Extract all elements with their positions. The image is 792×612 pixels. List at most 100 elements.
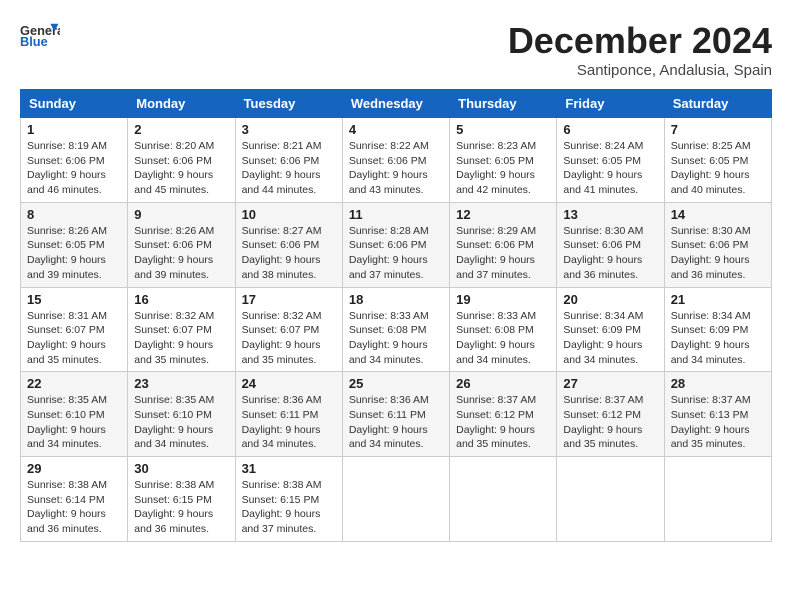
calendar-day-cell: 9 Sunrise: 8:26 AM Sunset: 6:06 PM Daylig… bbox=[128, 202, 235, 287]
subtitle: Santiponce, Andalusia, Spain bbox=[508, 62, 772, 79]
calendar-day-cell bbox=[557, 457, 664, 542]
calendar-day-cell: 21 Sunrise: 8:34 AM Sunset: 6:09 PM Dayli… bbox=[664, 287, 771, 372]
day-number: 7 bbox=[671, 122, 765, 137]
day-number: 11 bbox=[349, 207, 443, 222]
day-number: 31 bbox=[242, 461, 336, 476]
calendar-day-cell: 6 Sunrise: 8:24 AM Sunset: 6:05 PM Daylig… bbox=[557, 118, 664, 203]
calendar-week-row: 22 Sunrise: 8:35 AM Sunset: 6:10 PM Dayli… bbox=[21, 372, 772, 457]
day-number: 27 bbox=[563, 376, 657, 391]
day-number: 25 bbox=[349, 376, 443, 391]
calendar-day-cell: 29 Sunrise: 8:38 AM Sunset: 6:14 PM Dayli… bbox=[21, 457, 128, 542]
day-number: 16 bbox=[134, 292, 228, 307]
calendar-day-cell: 22 Sunrise: 8:35 AM Sunset: 6:10 PM Dayli… bbox=[21, 372, 128, 457]
day-number: 15 bbox=[27, 292, 121, 307]
calendar-day-cell: 17 Sunrise: 8:32 AM Sunset: 6:07 PM Dayli… bbox=[235, 287, 342, 372]
calendar-day-cell: 18Sunrise: 8:33 AM Sunset: 6:08 PM Dayli… bbox=[342, 287, 449, 372]
day-detail: Sunrise: 8:36 AM Sunset: 6:11 PM Dayligh… bbox=[242, 393, 336, 452]
calendar-day-cell: 27 Sunrise: 8:37 AM Sunset: 6:12 PM Dayli… bbox=[557, 372, 664, 457]
day-number: 26 bbox=[456, 376, 550, 391]
day-detail: Sunrise: 8:36 AM Sunset: 6:11 PM Dayligh… bbox=[349, 393, 443, 452]
calendar-day-cell: 19 Sunrise: 8:33 AM Sunset: 6:08 PM Dayli… bbox=[450, 287, 557, 372]
day-detail: Sunrise: 8:26 AM Sunset: 6:05 PM Dayligh… bbox=[27, 224, 121, 283]
calendar-day-cell: 10 Sunrise: 8:27 AM Sunset: 6:06 PM Dayli… bbox=[235, 202, 342, 287]
month-title: December 2024 bbox=[508, 20, 772, 62]
calendar-header-row: SundayMondayTuesdayWednesdayThursdayFrid… bbox=[21, 90, 772, 118]
day-detail: Sunrise: 8:31 AM Sunset: 6:07 PM Dayligh… bbox=[27, 309, 121, 368]
day-number: 22 bbox=[27, 376, 121, 391]
header-tuesday: Tuesday bbox=[235, 90, 342, 118]
day-detail: Sunrise: 8:38 AM Sunset: 6:15 PM Dayligh… bbox=[242, 478, 336, 537]
day-detail: Sunrise: 8:24 AM Sunset: 6:05 PM Dayligh… bbox=[563, 139, 657, 198]
day-number: 20 bbox=[563, 292, 657, 307]
day-detail: Sunrise: 8:32 AM Sunset: 6:07 PM Dayligh… bbox=[242, 309, 336, 368]
day-detail: Sunrise: 8:28 AM Sunset: 6:06 PM Dayligh… bbox=[349, 224, 443, 283]
calendar-day-cell: 25 Sunrise: 8:36 AM Sunset: 6:11 PM Dayli… bbox=[342, 372, 449, 457]
calendar-day-cell: 11 Sunrise: 8:28 AM Sunset: 6:06 PM Dayli… bbox=[342, 202, 449, 287]
day-number: 1 bbox=[27, 122, 121, 137]
day-detail: Sunrise: 8:19 AM Sunset: 6:06 PM Dayligh… bbox=[27, 139, 121, 198]
header-friday: Friday bbox=[557, 90, 664, 118]
day-number: 8 bbox=[27, 207, 121, 222]
day-detail: Sunrise: 8:26 AM Sunset: 6:06 PM Dayligh… bbox=[134, 224, 228, 283]
day-number: 5 bbox=[456, 122, 550, 137]
day-number: 4 bbox=[349, 122, 443, 137]
day-detail: Sunrise: 8:37 AM Sunset: 6:12 PM Dayligh… bbox=[563, 393, 657, 452]
day-detail: Sunrise: 8:38 AM Sunset: 6:14 PM Dayligh… bbox=[27, 478, 121, 537]
calendar-day-cell: 1 Sunrise: 8:19 AM Sunset: 6:06 PM Daylig… bbox=[21, 118, 128, 203]
day-detail: Sunrise: 8:35 AM Sunset: 6:10 PM Dayligh… bbox=[134, 393, 228, 452]
day-detail: Sunrise: 8:27 AM Sunset: 6:06 PM Dayligh… bbox=[242, 224, 336, 283]
calendar-week-row: 8 Sunrise: 8:26 AM Sunset: 6:05 PM Daylig… bbox=[21, 202, 772, 287]
calendar-day-cell: 7 Sunrise: 8:25 AM Sunset: 6:05 PM Daylig… bbox=[664, 118, 771, 203]
calendar-day-cell: 3 Sunrise: 8:21 AM Sunset: 6:06 PM Daylig… bbox=[235, 118, 342, 203]
calendar-day-cell: 12Sunrise: 8:29 AM Sunset: 6:06 PM Dayli… bbox=[450, 202, 557, 287]
day-detail: Sunrise: 8:35 AM Sunset: 6:10 PM Dayligh… bbox=[27, 393, 121, 452]
day-detail: Sunrise: 8:22 AM Sunset: 6:06 PM Dayligh… bbox=[349, 139, 443, 198]
day-number: 13 bbox=[563, 207, 657, 222]
day-number: 17 bbox=[242, 292, 336, 307]
calendar-week-row: 15 Sunrise: 8:31 AM Sunset: 6:07 PM Dayli… bbox=[21, 287, 772, 372]
calendar-week-row: 29 Sunrise: 8:38 AM Sunset: 6:14 PM Dayli… bbox=[21, 457, 772, 542]
day-number: 3 bbox=[242, 122, 336, 137]
day-detail: Sunrise: 8:34 AM Sunset: 6:09 PM Dayligh… bbox=[671, 309, 765, 368]
day-detail: Sunrise: 8:25 AM Sunset: 6:05 PM Dayligh… bbox=[671, 139, 765, 198]
day-number: 30 bbox=[134, 461, 228, 476]
calendar-day-cell: 24 Sunrise: 8:36 AM Sunset: 6:11 PM Dayli… bbox=[235, 372, 342, 457]
calendar-day-cell: 31 Sunrise: 8:38 AM Sunset: 6:15 PM Dayli… bbox=[235, 457, 342, 542]
header-sunday: Sunday bbox=[21, 90, 128, 118]
calendar-day-cell: 14Sunrise: 8:30 AM Sunset: 6:06 PM Dayli… bbox=[664, 202, 771, 287]
calendar-day-cell: 4 Sunrise: 8:22 AM Sunset: 6:06 PM Daylig… bbox=[342, 118, 449, 203]
svg-text:Blue: Blue bbox=[20, 34, 48, 49]
day-number: 21 bbox=[671, 292, 765, 307]
calendar-table: SundayMondayTuesdayWednesdayThursdayFrid… bbox=[20, 89, 772, 542]
calendar-day-cell bbox=[450, 457, 557, 542]
day-number: 28 bbox=[671, 376, 765, 391]
header-thursday: Thursday bbox=[450, 90, 557, 118]
calendar-day-cell: 26Sunrise: 8:37 AM Sunset: 6:12 PM Dayli… bbox=[450, 372, 557, 457]
day-number: 24 bbox=[242, 376, 336, 391]
day-number: 19 bbox=[456, 292, 550, 307]
calendar-day-cell: 20Sunrise: 8:34 AM Sunset: 6:09 PM Dayli… bbox=[557, 287, 664, 372]
day-detail: Sunrise: 8:29 AM Sunset: 6:06 PM Dayligh… bbox=[456, 224, 550, 283]
calendar-day-cell bbox=[342, 457, 449, 542]
calendar-day-cell: 5 Sunrise: 8:23 AM Sunset: 6:05 PM Daylig… bbox=[450, 118, 557, 203]
calendar-day-cell: 23Sunrise: 8:35 AM Sunset: 6:10 PM Dayli… bbox=[128, 372, 235, 457]
calendar-day-cell: 13Sunrise: 8:30 AM Sunset: 6:06 PM Dayli… bbox=[557, 202, 664, 287]
calendar-day-cell: 28Sunrise: 8:37 AM Sunset: 6:13 PM Dayli… bbox=[664, 372, 771, 457]
day-detail: Sunrise: 8:21 AM Sunset: 6:06 PM Dayligh… bbox=[242, 139, 336, 198]
calendar-day-cell: 30Sunrise: 8:38 AM Sunset: 6:15 PM Dayli… bbox=[128, 457, 235, 542]
day-number: 29 bbox=[27, 461, 121, 476]
header-monday: Monday bbox=[128, 90, 235, 118]
header-saturday: Saturday bbox=[664, 90, 771, 118]
calendar-day-cell bbox=[664, 457, 771, 542]
day-number: 9 bbox=[134, 207, 228, 222]
day-detail: Sunrise: 8:20 AM Sunset: 6:06 PM Dayligh… bbox=[134, 139, 228, 198]
header-wednesday: Wednesday bbox=[342, 90, 449, 118]
calendar-day-cell: 8 Sunrise: 8:26 AM Sunset: 6:05 PM Daylig… bbox=[21, 202, 128, 287]
day-detail: Sunrise: 8:33 AM Sunset: 6:08 PM Dayligh… bbox=[456, 309, 550, 368]
day-number: 6 bbox=[563, 122, 657, 137]
day-number: 10 bbox=[242, 207, 336, 222]
day-detail: Sunrise: 8:23 AM Sunset: 6:05 PM Dayligh… bbox=[456, 139, 550, 198]
day-detail: Sunrise: 8:30 AM Sunset: 6:06 PM Dayligh… bbox=[671, 224, 765, 283]
calendar-day-cell: 2Sunrise: 8:20 AM Sunset: 6:06 PM Daylig… bbox=[128, 118, 235, 203]
header: General Blue December 2024 Santiponce, A… bbox=[20, 20, 772, 79]
